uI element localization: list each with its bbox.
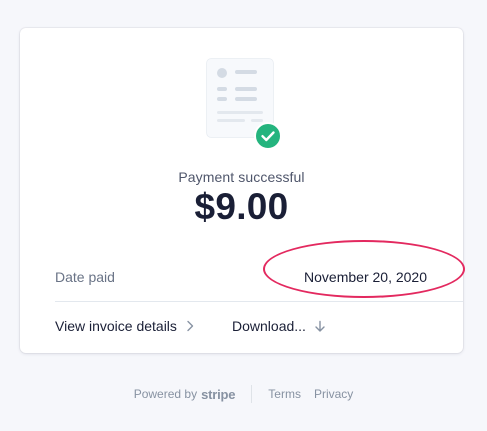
date-paid-value: November 20, 2020 [304,269,427,285]
date-paid-label: Date paid [55,269,115,285]
view-invoice-details-label: View invoice details [55,318,177,334]
arrow-down-icon [315,320,325,332]
download-label: Download... [232,318,306,334]
download-link[interactable]: Download... [232,318,326,334]
chevron-right-icon [187,320,194,332]
payment-card: Payment successful $9.00 Date paid Novem… [20,28,465,353]
footer-divider [251,385,253,403]
stripe-logo: stripe [201,386,236,402]
footer: Powered by stripe Terms Privacy [0,385,487,403]
privacy-link[interactable]: Privacy [314,387,353,401]
terms-link[interactable]: Terms [268,387,301,401]
payment-amount: $9.00 [194,186,289,227]
powered-by-stripe[interactable]: Powered by stripe [134,387,236,402]
payment-status: Payment successful [178,169,305,185]
view-invoice-details-link[interactable]: View invoice details [55,318,195,334]
divider [55,301,463,302]
checkmark-circle-icon [254,122,282,150]
powered-by-label: Powered by [133,387,198,401]
